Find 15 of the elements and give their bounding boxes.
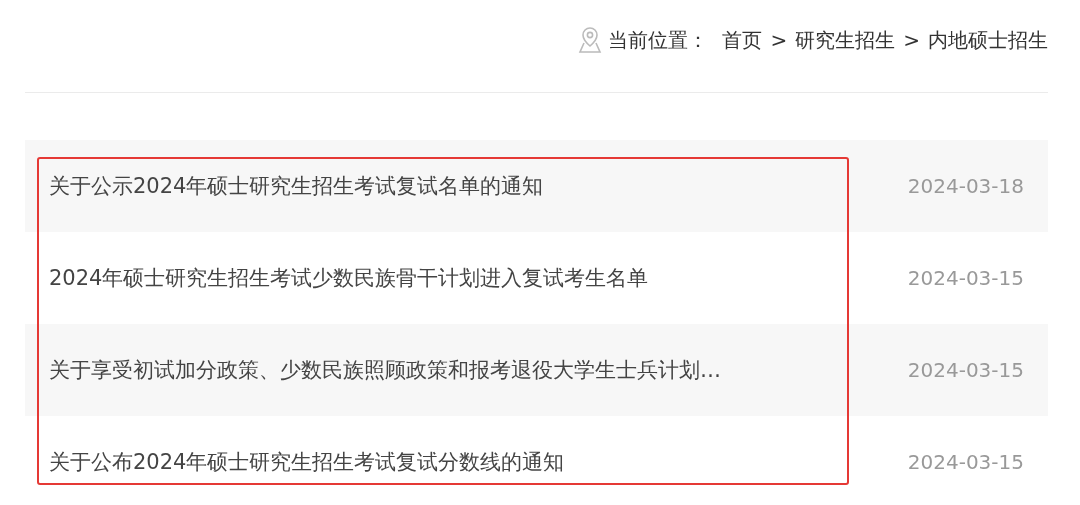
breadcrumb-link[interactable]: 研究生招生 bbox=[795, 26, 896, 54]
news-title-link[interactable]: 关于享受初试加分政策、少数民族照顾政策和报考退役大学生士兵计划… bbox=[49, 356, 721, 384]
news-date: 2024-03-15 bbox=[907, 358, 1024, 382]
news-title-link[interactable]: 关于公布2024年硕士研究生招生考试复试分数线的通知 bbox=[49, 448, 565, 476]
breadcrumb-link[interactable]: 内地硕士招生 bbox=[928, 26, 1048, 54]
news-date: 2024-03-15 bbox=[907, 266, 1024, 290]
breadcrumb-link[interactable]: 首页 bbox=[722, 26, 763, 54]
news-date: 2024-03-18 bbox=[907, 174, 1024, 198]
breadcrumb-label: 当前位置： bbox=[608, 26, 709, 54]
breadcrumb-separator: > bbox=[903, 28, 920, 52]
news-title-link[interactable]: 2024年硕士研究生招生考试少数民族骨干计划进入复试考生名单 bbox=[49, 264, 649, 292]
location-pin-icon bbox=[578, 26, 603, 54]
news-date: 2024-03-15 bbox=[907, 450, 1024, 474]
breadcrumb-separator: > bbox=[770, 28, 788, 52]
news-title-link[interactable]: 关于公示2024年硕士研究生招生考试复试名单的通知 bbox=[49, 172, 544, 200]
